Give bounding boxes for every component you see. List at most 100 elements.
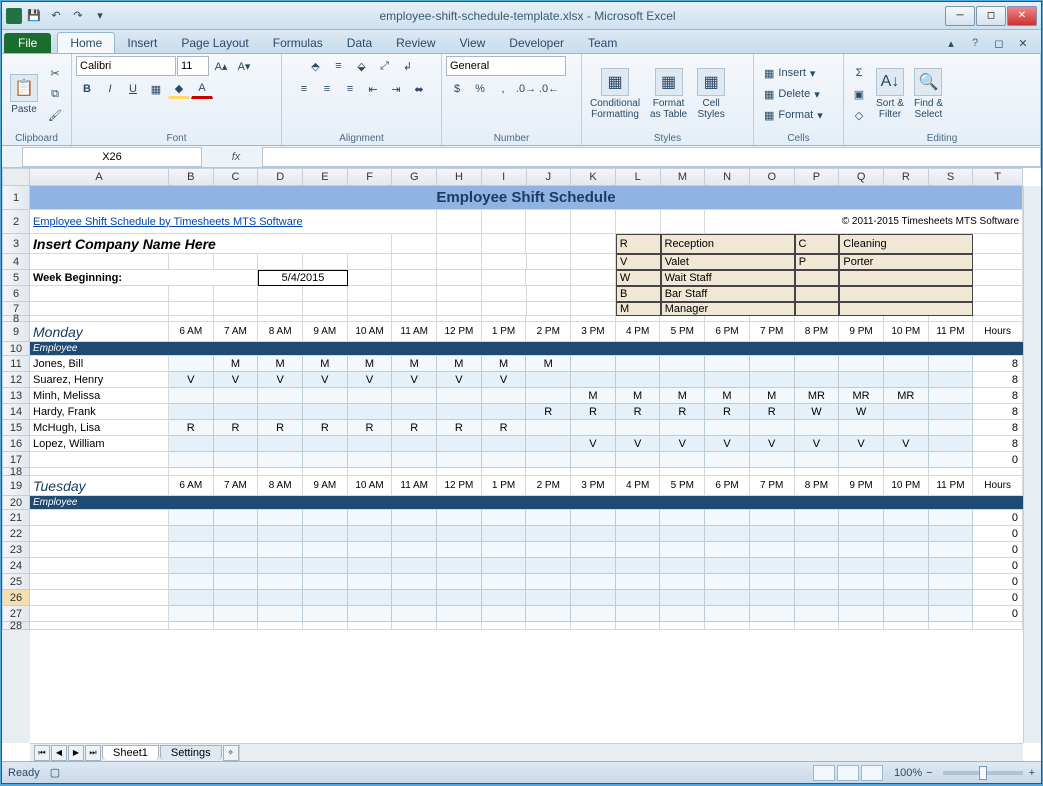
qat-redo-icon[interactable]: ↷ — [68, 6, 88, 26]
col-header-N[interactable]: N — [705, 168, 750, 186]
cell-P5[interactable] — [795, 270, 840, 286]
col-header-C[interactable]: C — [214, 168, 259, 186]
cell-I7[interactable] — [482, 302, 527, 316]
cell-E11[interactable]: M — [303, 356, 348, 372]
cell-B12[interactable]: V — [169, 372, 214, 388]
cell-N19[interactable]: 6 PM — [705, 476, 750, 496]
cell-I23[interactable] — [482, 542, 527, 558]
cell-D13[interactable] — [258, 388, 303, 404]
cell-K16[interactable]: V — [571, 436, 616, 452]
cell-L23[interactable] — [616, 542, 661, 558]
col-header-T[interactable]: T — [973, 168, 1023, 186]
cell-T11[interactable]: 8 — [973, 356, 1023, 372]
cell-D6[interactable] — [258, 286, 303, 302]
cell-F18[interactable] — [348, 468, 393, 476]
cell-K28[interactable] — [571, 622, 616, 630]
cell-Q13[interactable]: MR — [839, 388, 884, 404]
cell-F26[interactable] — [348, 590, 393, 606]
cell-D22[interactable] — [258, 526, 303, 542]
cell-Q16[interactable]: V — [839, 436, 884, 452]
cell-Q9[interactable]: 9 PM — [839, 322, 884, 342]
cell-A26[interactable] — [30, 590, 169, 606]
cell-S13[interactable] — [929, 388, 974, 404]
row-header-1[interactable]: 1 — [2, 186, 30, 210]
sheet-nav-first[interactable]: ⏮ — [34, 745, 50, 761]
cell-F5[interactable] — [348, 270, 393, 286]
cell-G9[interactable]: 11 AM — [392, 322, 437, 342]
cell-P7[interactable] — [795, 302, 840, 316]
cell-E6[interactable] — [303, 286, 348, 302]
cell-D4[interactable] — [258, 254, 303, 270]
cell-K6[interactable] — [571, 286, 616, 302]
cell-B22[interactable] — [169, 526, 214, 542]
cell-L25[interactable] — [616, 574, 661, 590]
qat-save-icon[interactable]: 💾 — [24, 6, 44, 26]
cell-R15[interactable] — [884, 420, 929, 436]
cell-S23[interactable] — [929, 542, 974, 558]
paste-button[interactable]: 📋 Paste — [6, 72, 42, 117]
help-icon[interactable]: ? — [965, 33, 985, 53]
col-header-J[interactable]: J — [527, 168, 572, 186]
row-header-15[interactable]: 15 — [2, 420, 30, 436]
orientation-icon[interactable]: ⤢ — [374, 56, 396, 76]
cell-S17[interactable] — [929, 452, 974, 468]
merge-icon[interactable]: ⬌ — [408, 79, 430, 99]
cell-L21[interactable] — [616, 510, 661, 526]
cell-Q24[interactable] — [839, 558, 884, 574]
cell-I15[interactable]: R — [482, 420, 527, 436]
cell-P10[interactable] — [795, 342, 840, 356]
tab-data[interactable]: Data — [335, 33, 384, 53]
cell-F19[interactable]: 10 AM — [348, 476, 393, 496]
zoom-slider[interactable] — [943, 771, 1023, 775]
cell-O13[interactable]: M — [750, 388, 795, 404]
cell-K7[interactable] — [571, 302, 616, 316]
cell-R27[interactable] — [884, 606, 929, 622]
cell-I22[interactable] — [482, 526, 527, 542]
cell-H6[interactable] — [437, 286, 482, 302]
cell-F14[interactable] — [348, 404, 393, 420]
row-header-5[interactable]: 5 — [2, 270, 30, 286]
cell-R17[interactable] — [884, 452, 929, 468]
cell-C6[interactable] — [214, 286, 259, 302]
tab-file[interactable]: File — [4, 33, 51, 53]
cell-C14[interactable] — [214, 404, 259, 420]
cell-Q7[interactable] — [839, 302, 973, 316]
cell-S25[interactable] — [929, 574, 974, 590]
cell-K19[interactable]: 3 PM — [571, 476, 616, 496]
cell-K23[interactable] — [571, 542, 616, 558]
fill-color-icon[interactable]: ◆ — [168, 79, 190, 99]
cell-N26[interactable] — [705, 590, 750, 606]
cell-N15[interactable] — [705, 420, 750, 436]
find-select-button[interactable]: 🔍Find & Select — [910, 66, 947, 122]
cell-K17[interactable] — [571, 452, 616, 468]
cell-F13[interactable] — [348, 388, 393, 404]
cell-O21[interactable] — [750, 510, 795, 526]
cell-H27[interactable] — [437, 606, 482, 622]
cell-B19[interactable]: 6 AM — [169, 476, 214, 496]
cell-A12[interactable]: Suarez, Henry — [30, 372, 169, 388]
cell-M13[interactable]: M — [660, 388, 705, 404]
cell-I26[interactable] — [482, 590, 527, 606]
cell-G6[interactable] — [392, 286, 437, 302]
col-header-P[interactable]: P — [795, 168, 840, 186]
cell-O9[interactable]: 7 PM — [750, 322, 795, 342]
cell-I3[interactable] — [482, 234, 527, 254]
cell-R12[interactable] — [884, 372, 929, 388]
cell-S27[interactable] — [929, 606, 974, 622]
zoom-level[interactable]: 100% — [894, 767, 922, 779]
cell-M3[interactable]: Reception — [661, 234, 795, 254]
col-header-H[interactable]: H — [437, 168, 482, 186]
cell-L22[interactable] — [616, 526, 661, 542]
cell-R21[interactable] — [884, 510, 929, 526]
cell-H14[interactable] — [437, 404, 482, 420]
cell-R19[interactable]: 10 PM — [884, 476, 929, 496]
cell-B11[interactable] — [169, 356, 214, 372]
cell-H20[interactable] — [437, 496, 482, 510]
cell-N22[interactable] — [705, 526, 750, 542]
row-header-26[interactable]: 26 — [2, 590, 30, 606]
cell-N16[interactable]: V — [705, 436, 750, 452]
cell-G7[interactable] — [392, 302, 437, 316]
cell-I18[interactable] — [482, 468, 527, 476]
cell-G12[interactable]: V — [392, 372, 437, 388]
cell-G15[interactable]: R — [392, 420, 437, 436]
